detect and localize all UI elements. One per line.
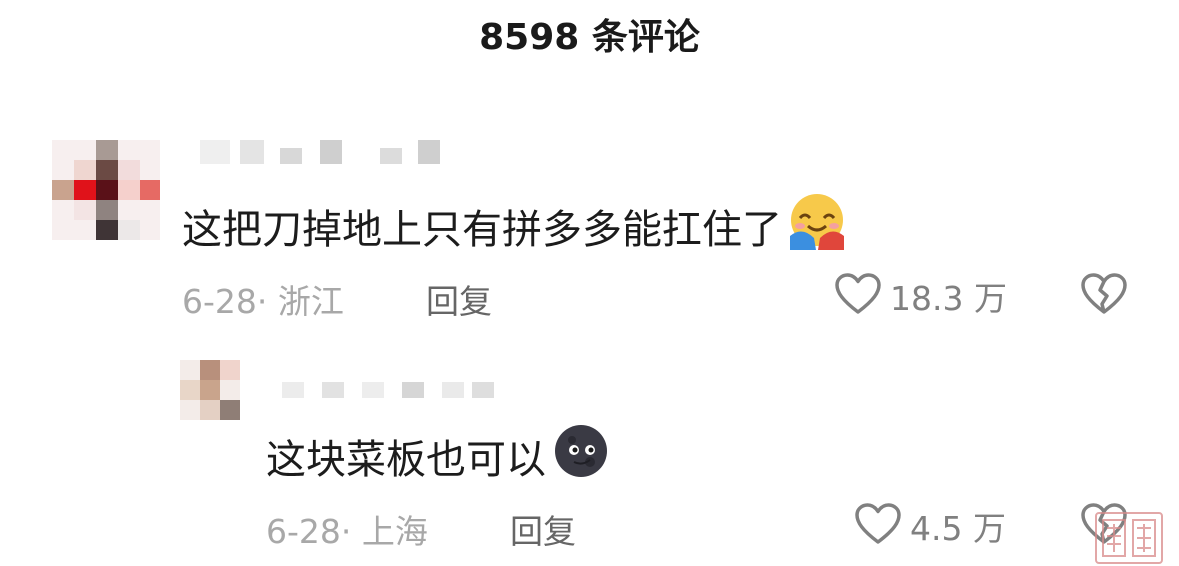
like-button[interactable]: 18.3 万 xyxy=(834,272,1007,320)
comment-date: 6-28 xyxy=(182,282,257,321)
username[interactable] xyxy=(200,140,450,170)
meta-separator: · xyxy=(340,512,362,551)
meta-separator: · xyxy=(256,282,278,321)
comments-count-title: 8598 条评论 xyxy=(479,17,700,58)
comment-text: 这把刀掉地上只有拼多多能扛住了 xyxy=(182,194,846,254)
comment-location: 浙江 xyxy=(277,282,344,321)
comment-date: 6-28 xyxy=(266,512,341,551)
avatar[interactable] xyxy=(52,140,160,240)
hugging-face-emoji-icon xyxy=(788,192,846,260)
reply-button[interactable]: 回复 xyxy=(426,275,492,323)
like-count: 18.3 万 xyxy=(890,279,1007,318)
comment-text-content: 这块菜板也可以 xyxy=(266,437,546,483)
broken-heart-icon xyxy=(1080,273,1128,320)
comment-location: 上海 xyxy=(361,512,428,551)
username[interactable] xyxy=(282,378,502,408)
dislike-button[interactable] xyxy=(1080,272,1128,320)
new-moon-face-emoji-icon xyxy=(552,422,610,490)
like-button[interactable]: 4.5 万 xyxy=(854,502,1006,550)
comment-text: 这块菜板也可以 xyxy=(266,425,610,484)
comment-meta: 6-28· 上海 xyxy=(266,505,428,553)
like-count: 4.5 万 xyxy=(910,509,1006,548)
comment-meta: 6-28· 浙江 xyxy=(182,275,344,323)
heart-icon xyxy=(834,272,882,320)
avatar[interactable] xyxy=(180,360,240,420)
watermark-stamp xyxy=(1095,512,1163,564)
heart-icon xyxy=(854,502,902,550)
reply-button[interactable]: 回复 xyxy=(510,505,576,553)
comment-text-content: 这把刀掉地上只有拼多多能扛住了 xyxy=(182,207,782,253)
